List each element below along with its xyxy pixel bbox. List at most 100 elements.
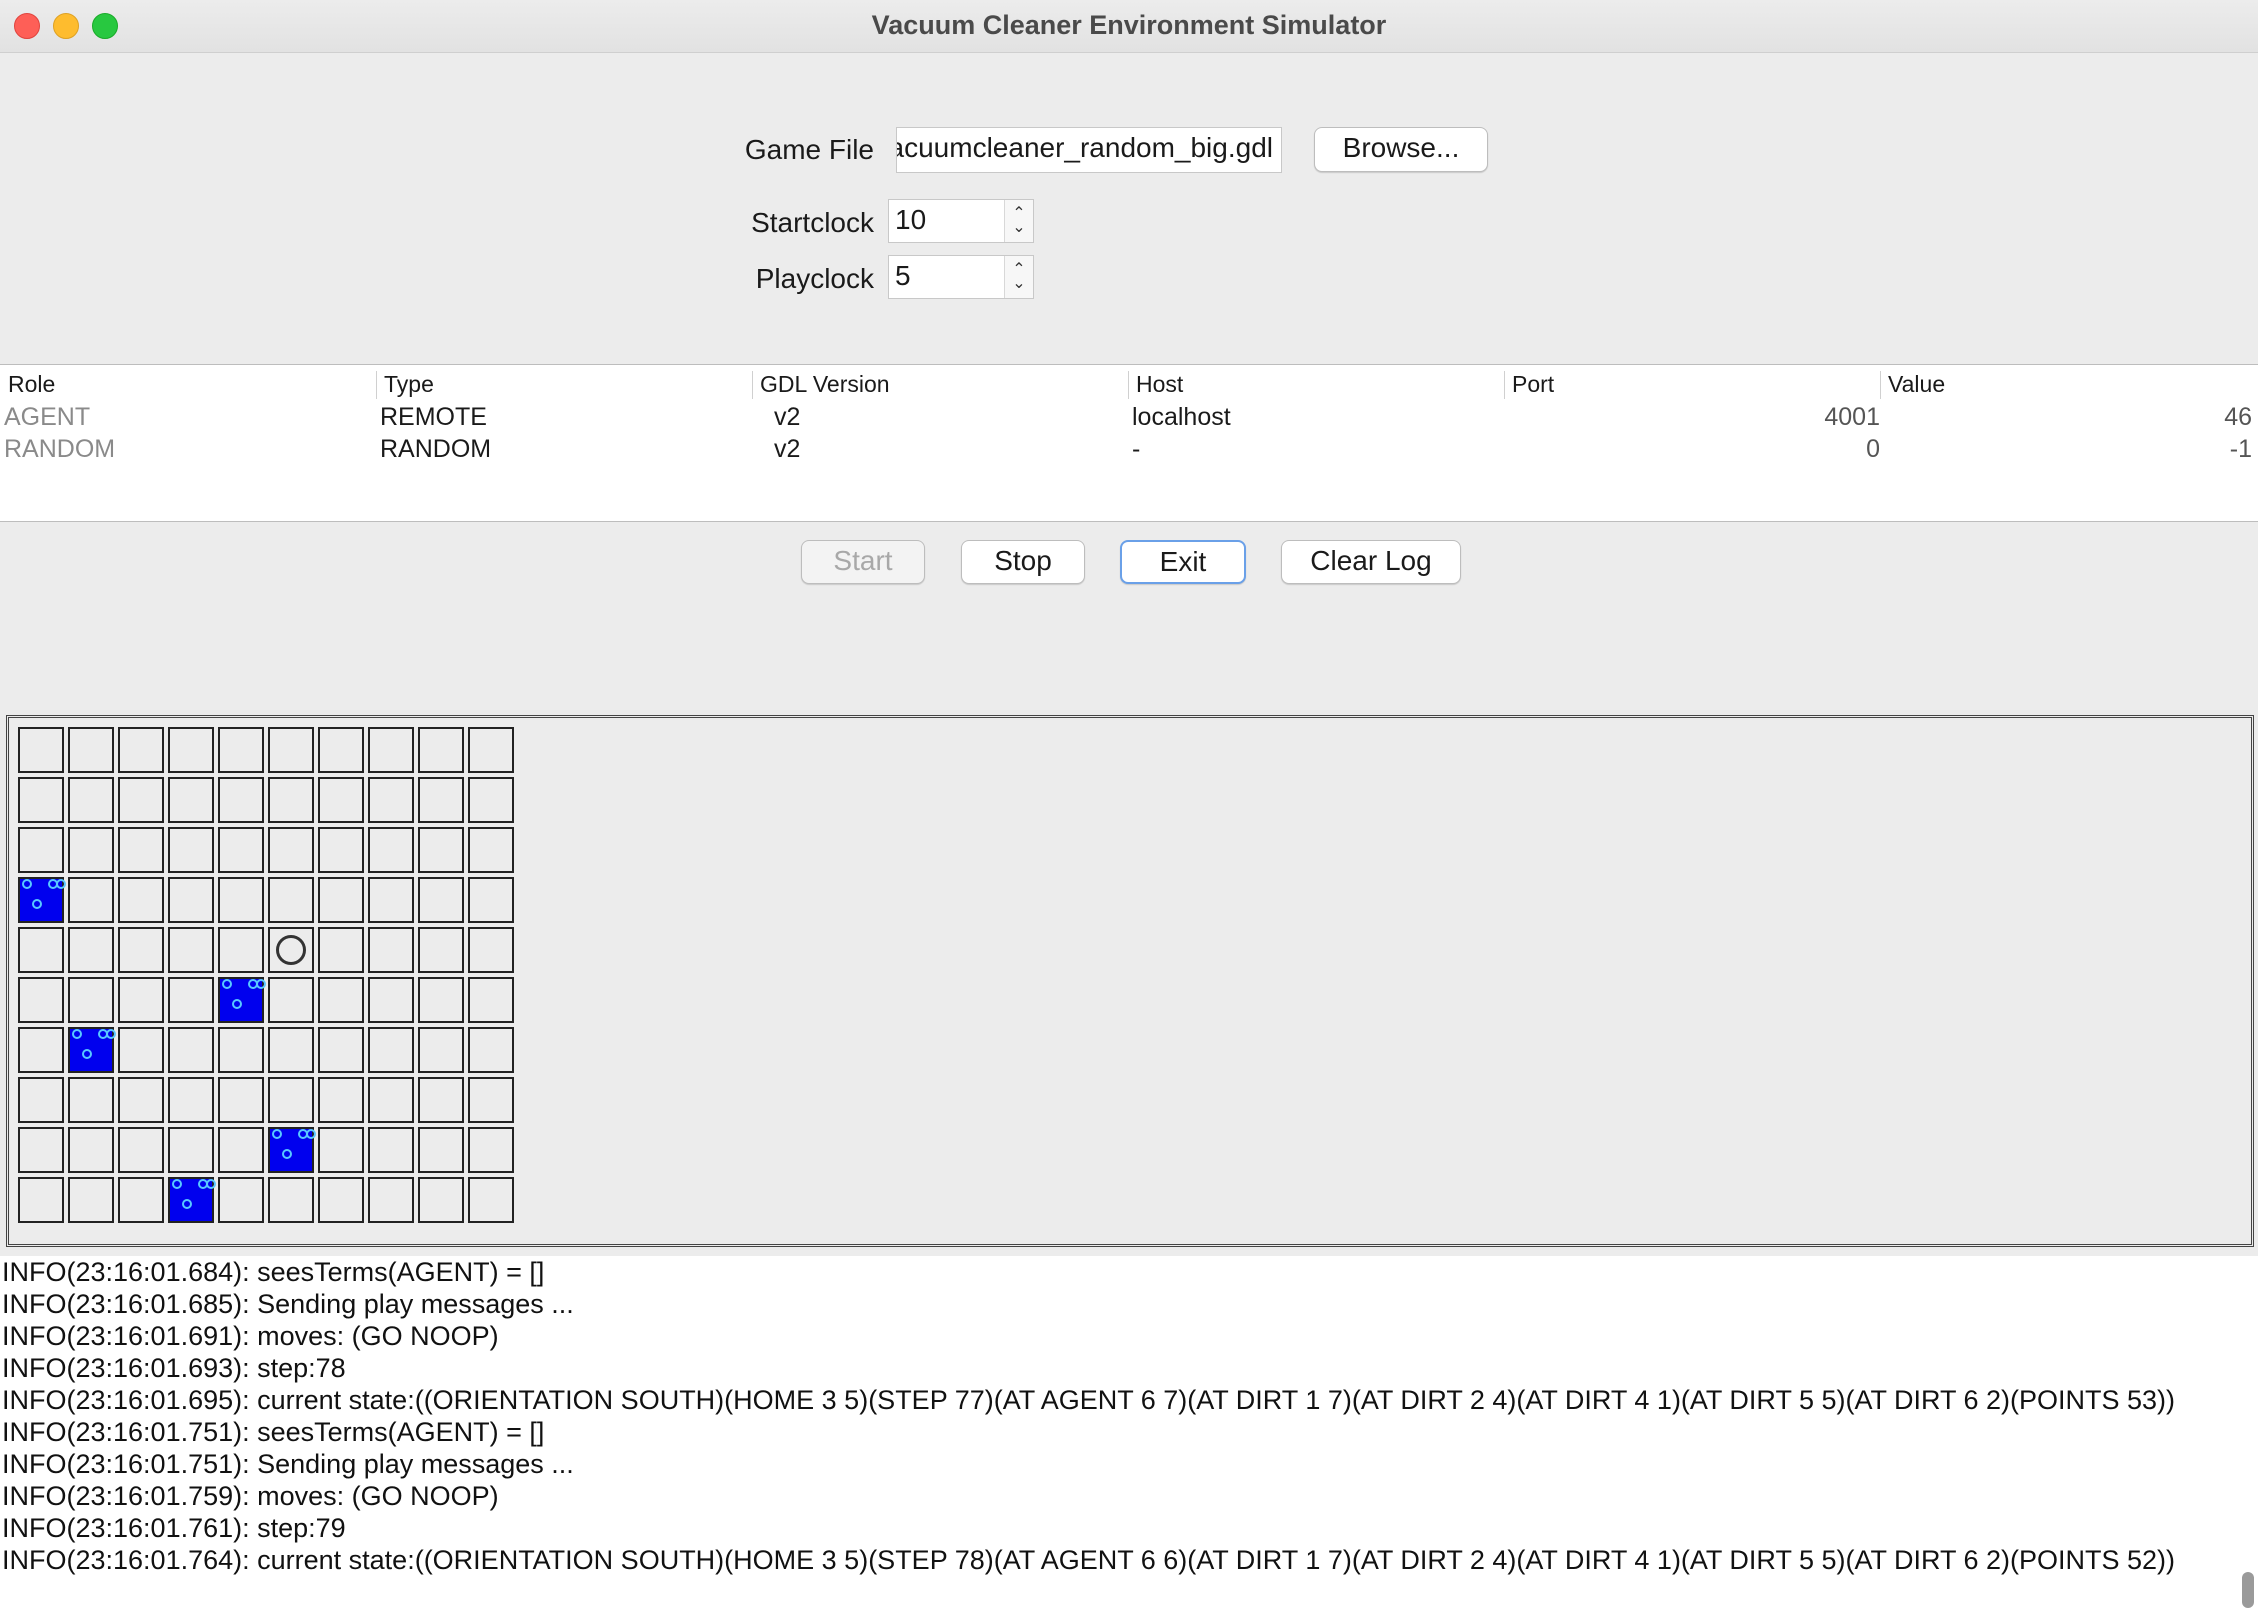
- grid-cell: [368, 1177, 414, 1223]
- roles-table: Role Type GDL Version Host Port Value AG…: [0, 364, 2258, 522]
- grid-cell: [318, 927, 364, 973]
- grid-cell: [268, 1177, 314, 1223]
- grid-cell: [268, 877, 314, 923]
- stop-button[interactable]: Stop: [961, 540, 1085, 584]
- exit-button[interactable]: Exit: [1120, 540, 1246, 584]
- dirt-icon: [32, 899, 42, 909]
- grid-cell: [218, 927, 264, 973]
- log-line: INFO(23:16:01.695): current state:((ORIE…: [2, 1385, 2176, 1415]
- dirt-icon: [222, 979, 232, 989]
- cell-gdl-version: v2: [774, 435, 801, 463]
- cell-host: localhost: [1132, 403, 1231, 431]
- startclock-stepper-icon[interactable]: ⌃ ⌄: [1004, 200, 1033, 242]
- grid-cell: [418, 1177, 464, 1223]
- grid-cell: [468, 777, 514, 823]
- grid-cell: [68, 977, 114, 1023]
- grid-cell: [468, 727, 514, 773]
- grid-cell: [68, 1177, 114, 1223]
- dirt-icon: [82, 1049, 92, 1059]
- log-line: INFO(23:16:01.684): seesTerms(AGENT) = […: [2, 1257, 545, 1287]
- grid-cell: [468, 1027, 514, 1073]
- playclock-label: Playclock: [755, 263, 874, 294]
- log-line: INFO(23:16:01.761): step:79: [2, 1513, 346, 1543]
- grid-cell: [418, 827, 464, 873]
- grid-cell: [18, 1177, 64, 1223]
- clear-log-button[interactable]: Clear Log: [1281, 540, 1461, 584]
- game-file-field[interactable]: vacuumcleaner_random_big.gdl: [896, 127, 1282, 173]
- dirt-cell: [68, 1027, 116, 1073]
- grid-cell: [468, 877, 514, 923]
- grid-cell: [418, 977, 464, 1023]
- grid-cell: [68, 727, 114, 773]
- column-divider: [1880, 371, 1881, 399]
- grid-cell: [368, 1077, 414, 1123]
- grid-cell: [218, 1077, 264, 1123]
- grid-cell: [68, 827, 114, 873]
- grid-cell: [418, 1027, 464, 1073]
- dirt-cell: [268, 1127, 316, 1173]
- grid-cell: [218, 827, 264, 873]
- grid-cell: [168, 927, 214, 973]
- grid-cell: [418, 927, 464, 973]
- game-file-label: Game File: [744, 134, 874, 165]
- log-line: INFO(23:16:01.751): Sending play message…: [2, 1449, 574, 1479]
- cell-value: -1: [2229, 435, 2252, 463]
- grid-cell: [168, 777, 214, 823]
- dirt-cell: [218, 977, 266, 1023]
- grid-cell: [468, 1127, 514, 1173]
- grid-cell: [468, 1077, 514, 1123]
- log-area[interactable]: INFO(23:16:01.684): seesTerms(AGENT) = […: [0, 1256, 2258, 1616]
- window-title: Vacuum Cleaner Environment Simulator: [871, 10, 1387, 40]
- column-header-gdl-version[interactable]: GDL Version: [760, 371, 890, 398]
- grid-cell: [268, 827, 314, 873]
- start-button[interactable]: Start: [801, 540, 925, 584]
- cell-role: AGENT: [4, 403, 91, 431]
- grid-cell: [218, 1127, 264, 1173]
- grid-cell: [218, 1027, 264, 1073]
- cell-role: RANDOM: [4, 435, 116, 463]
- grid-cell: [318, 1077, 364, 1123]
- grid-cell: [118, 977, 164, 1023]
- column-header-role[interactable]: Role: [8, 371, 55, 398]
- grid-cell: [18, 977, 64, 1023]
- grid-cell: [118, 927, 164, 973]
- grid-cell: [68, 1127, 114, 1173]
- playclock-spinner[interactable]: 5 ⌃ ⌄: [888, 255, 1034, 299]
- cell-port: 0: [1866, 435, 1880, 463]
- game-file-value: vacuumcleaner_random_big.gdl: [896, 132, 1273, 163]
- dirt-icon: [232, 999, 242, 1009]
- log-lines: INFO(23:16:01.684): seesTerms(AGENT) = […: [0, 1256, 2258, 1576]
- grid-cell: [68, 927, 114, 973]
- column-header-value[interactable]: Value: [1888, 371, 1945, 398]
- grid-cell: [368, 877, 414, 923]
- grid-cell: [68, 1077, 114, 1123]
- startclock-spinner[interactable]: 10 ⌃ ⌄: [888, 199, 1034, 243]
- grid-cell: [18, 827, 64, 873]
- log-scrollbar[interactable]: [2242, 1572, 2254, 1608]
- grid-cell: [168, 1127, 214, 1173]
- grid-cell: [218, 1177, 264, 1223]
- grid-cell: [218, 777, 264, 823]
- grid-cell: [118, 827, 164, 873]
- grid-cell: [18, 927, 64, 973]
- column-header-type[interactable]: Type: [384, 371, 434, 398]
- startclock-value: 10: [895, 204, 927, 235]
- grid-cell: [318, 1027, 364, 1073]
- log-line: INFO(23:16:01.759): moves: (GO NOOP): [2, 1481, 499, 1511]
- vacuum-agent-icon: [276, 935, 306, 965]
- grid-cell: [418, 777, 464, 823]
- grid-cell: [168, 1027, 214, 1073]
- grid-cell: [168, 827, 214, 873]
- column-header-port[interactable]: Port: [1512, 371, 1554, 398]
- playclock-stepper-icon[interactable]: ⌃ ⌄: [1004, 256, 1033, 298]
- grid-cell: [18, 1127, 64, 1173]
- log-line: INFO(23:16:01.751): seesTerms(AGENT) = […: [2, 1417, 545, 1447]
- column-header-host[interactable]: Host: [1136, 371, 1183, 398]
- grid-cell: [118, 1027, 164, 1073]
- grid-cell: [18, 777, 64, 823]
- cell-host: -: [1132, 435, 1141, 463]
- dirt-icon: [272, 1129, 282, 1139]
- grid-cell: [368, 1127, 414, 1173]
- grid-cell: [18, 1027, 64, 1073]
- browse-button[interactable]: Browse...: [1314, 127, 1488, 172]
